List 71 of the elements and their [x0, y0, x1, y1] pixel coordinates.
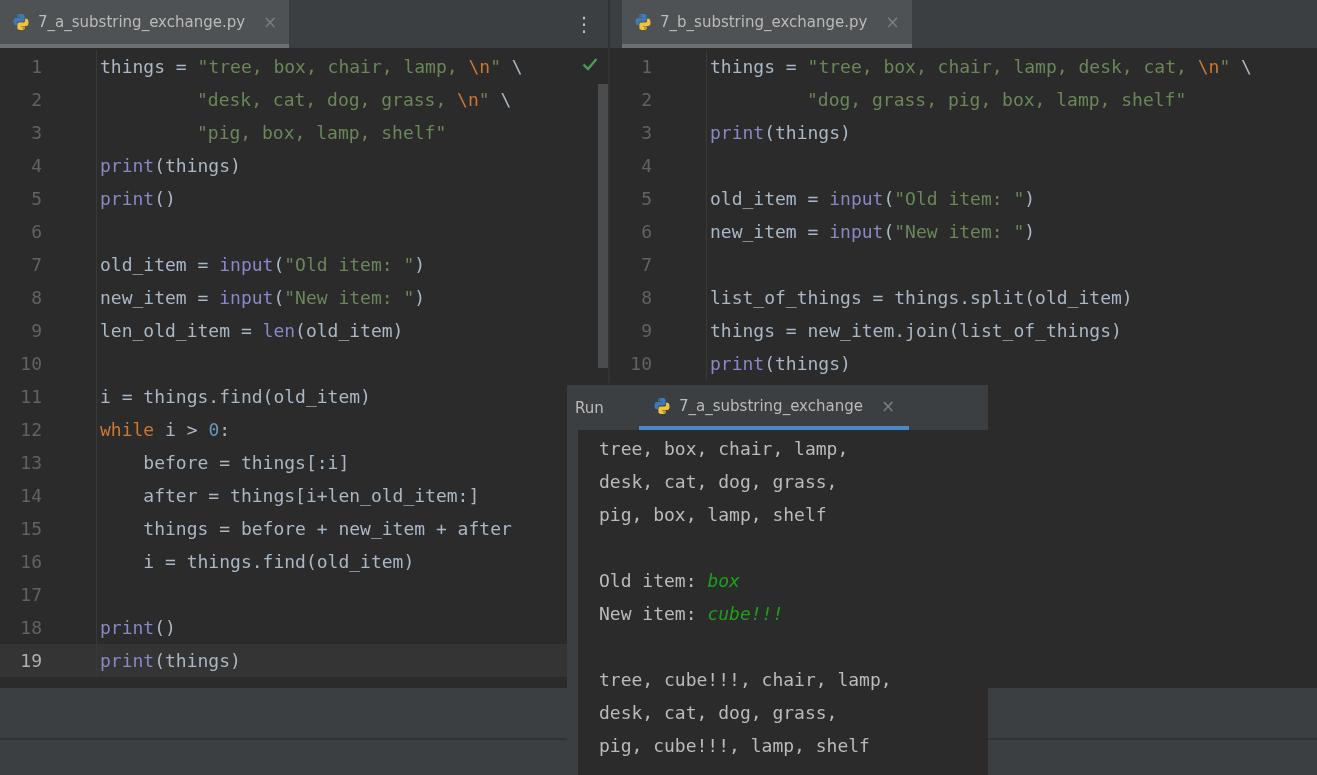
line-number: 17 [19, 584, 42, 605]
line-number: 3 [640, 122, 652, 143]
line-number: 1 [30, 56, 42, 77]
code-line: new_item = input("New item: ") [99, 287, 426, 308]
line-number: 8 [30, 287, 42, 308]
code-line: new_item = input("New item: ") [709, 221, 1036, 242]
line-number: 18 [19, 617, 42, 638]
line-number: 6 [30, 221, 42, 242]
code-line: print(things) [709, 122, 851, 143]
line-number: 1 [640, 56, 652, 77]
line-number: 7 [30, 254, 42, 275]
python-icon [634, 13, 652, 31]
console-line: desk, cat, dog, grass, [599, 701, 839, 725]
panel-title: Run [575, 398, 605, 417]
line-number: 10 [19, 353, 42, 374]
line-number: 2 [640, 89, 652, 110]
line-number: 11 [19, 386, 42, 407]
code-line: len_old_item = len(old_item) [99, 320, 404, 341]
more-menu-button[interactable]: ⋮ [574, 12, 594, 36]
line-number: 10 [629, 353, 652, 374]
console-line: pig, cube!!!, lamp, shelf [599, 734, 871, 758]
code-line: old_item = input("Old item: ") [709, 188, 1036, 209]
code-line: "desk, cat, dog, grass, \n" \ [196, 89, 512, 110]
line-number: 2 [30, 89, 42, 110]
file-tab[interactable]: 7_b_substring_exchange.py × [622, 0, 912, 48]
file-tab[interactable]: 7_a_substring_exchange.py × [0, 0, 290, 48]
python-icon [653, 396, 671, 415]
code-line: while i > 0: [99, 419, 231, 440]
code-line: after = things[i+len_old_item:] [142, 485, 480, 506]
line-number: 4 [30, 155, 42, 176]
line-number: 14 [19, 485, 42, 506]
code-line: "pig, box, lamp, shelf" [196, 122, 447, 143]
console-line: tree, cube!!!, chair, lamp, [599, 668, 892, 692]
console-line: Old item: box [599, 569, 741, 593]
console-line: tree, box, chair, lamp, [599, 437, 850, 461]
line-number: 12 [19, 419, 42, 440]
code-line: i = things.find(old_item) [99, 386, 371, 407]
line-number: 4 [640, 155, 652, 176]
scrollbar[interactable] [598, 84, 608, 368]
line-number: 7 [640, 254, 652, 275]
line-number: 19 [19, 650, 42, 671]
code-line: "dog, grass, pig, box, lamp, shelf" [806, 89, 1187, 110]
code-line: things = "tree, box, chair, lamp, desk, cat, \n" \ [709, 56, 1252, 77]
line-number: 8 [640, 287, 652, 308]
code-line: print(things) [99, 650, 241, 671]
console-line: pig, box, lamp, shelf [599, 503, 828, 527]
code-line: print(things) [99, 155, 241, 176]
code-line: print() [99, 617, 176, 638]
code-line: things = before + new_item + after [142, 518, 512, 539]
line-number: 13 [19, 452, 42, 473]
line-number: 9 [30, 320, 42, 341]
code-line: before = things[:i] [142, 452, 350, 473]
close-icon[interactable]: × [880, 395, 896, 416]
line-number: 5 [30, 188, 42, 209]
line-number: 15 [19, 518, 42, 539]
code-line: print() [99, 188, 176, 209]
line-number: 3 [30, 122, 42, 143]
line-number: 9 [640, 320, 652, 341]
code-line: things = new_item.join(list_of_things) [709, 320, 1122, 341]
line-number: 5 [640, 188, 652, 209]
code-line: i = things.find(old_item) [142, 551, 415, 572]
line-number: 6 [640, 221, 652, 242]
console-line: New item: cube!!! [599, 602, 785, 626]
code-line: things = "tree, box, chair, lamp, \n" \ [99, 56, 523, 77]
console-line: desk, cat, dog, grass, [599, 470, 839, 494]
line-number: 16 [19, 551, 42, 572]
run-tab[interactable]: 7_a_substring_exchange × [639, 385, 910, 430]
code-line: old_item = input("Old item: ") [99, 254, 426, 275]
code-line: list_of_things = things.split(old_item) [709, 287, 1133, 308]
python-icon [12, 13, 30, 31]
code-line: print(things) [709, 353, 851, 374]
